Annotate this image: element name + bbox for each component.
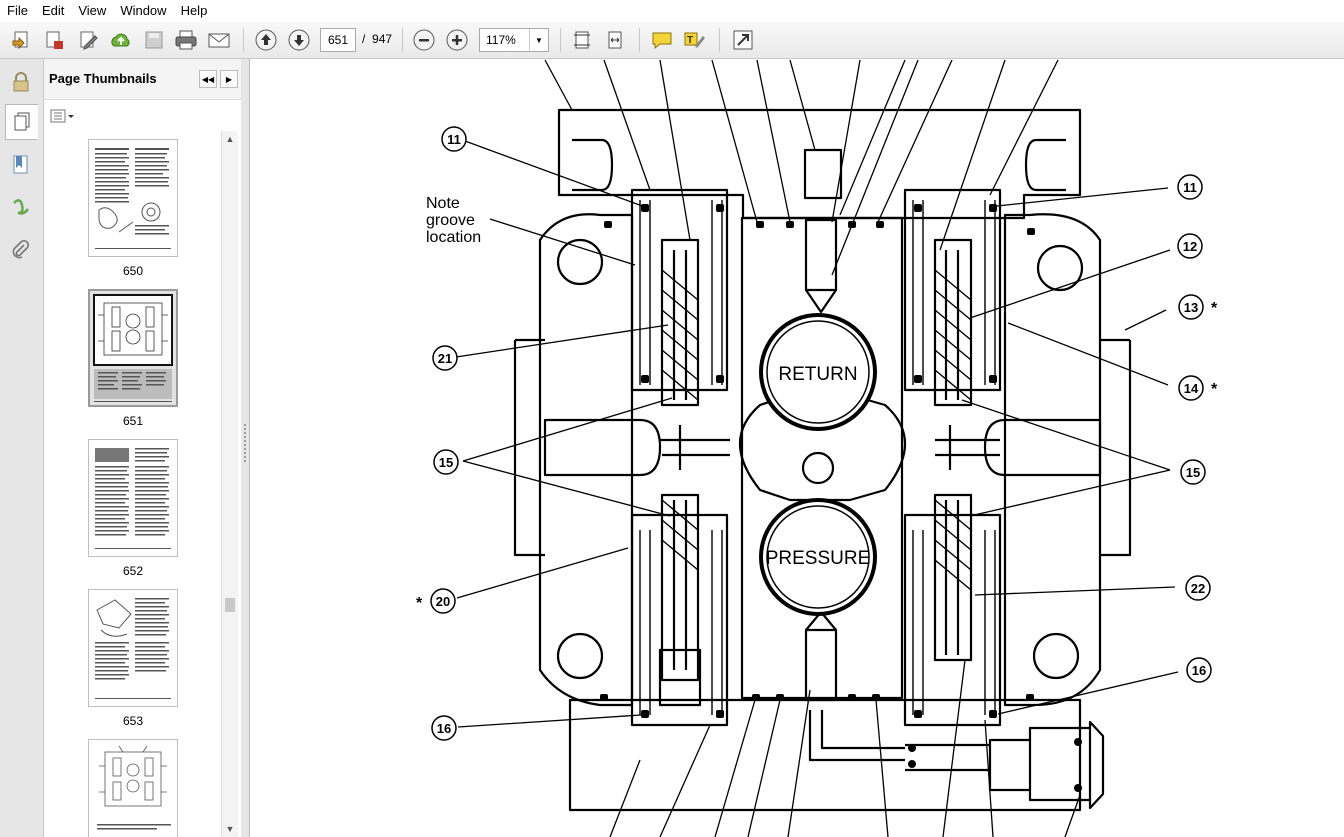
callout-20: 20 [436,594,450,609]
document-view: RETURN PRESSURE Note groove location 11 … [250,59,1344,837]
edit-icon[interactable] [74,26,102,54]
menu-view[interactable]: View [71,0,113,22]
toolbar-separator [402,28,403,52]
lock-icon[interactable] [5,65,37,99]
page-thumbnails-panel: Page Thumbnails ◀◀ ▶ 650 651 652 653 ▲ ▼ [44,59,242,837]
scroll-up-icon[interactable]: ▲ [222,131,238,147]
callout-22: 22 [1191,581,1205,596]
fit-width-icon[interactable] [601,26,629,54]
toolbar: 651 / 947 117% ▼ T [0,22,1344,59]
thumbnail-page-selected[interactable] [88,289,178,407]
splitter-grip [244,424,246,464]
email-icon[interactable] [205,26,233,54]
fit-page-icon[interactable] [568,26,596,54]
svg-text:T: T [687,35,693,46]
menu-help[interactable]: Help [174,0,215,22]
thumbnail-page-number: 650 [122,264,144,278]
callout-15-left: 15 [439,455,453,470]
collapse-panel-icon[interactable]: ◀◀ [199,70,217,88]
callout-15-right: 15 [1186,465,1200,480]
menu-bar: File Edit View Window Help [0,0,1344,23]
zoom-value: 117% [486,33,516,47]
chevron-down-icon[interactable]: ▼ [529,29,548,51]
menu-file[interactable]: File [0,0,35,22]
save-icon[interactable] [140,26,168,54]
callout-11-left: 11 [447,132,461,147]
callout-21: 21 [438,351,452,366]
thumbnail-page[interactable] [88,439,178,557]
toolbar-separator [639,28,640,52]
callout-16-left: 16 [437,721,451,736]
return-label: RETURN [778,364,857,385]
callout-13: 13 [1184,300,1198,315]
asterisk-20: * [416,595,423,612]
signature-icon[interactable] [5,191,37,225]
comment-icon[interactable] [648,26,676,54]
panel-header: Page Thumbnails ◀◀ ▶ [44,59,241,100]
expand-icon[interactable] [729,26,757,54]
thumbnail-scrollbar[interactable]: ▲ ▼ [221,131,238,837]
scroll-down-icon[interactable]: ▼ [222,821,238,837]
bookmark-icon[interactable] [5,148,37,182]
next-page-icon[interactable] [285,26,313,54]
callout-16-right: 16 [1192,663,1206,678]
panel-title: Page Thumbnails [49,71,157,86]
highlight-text-icon[interactable]: T [681,26,709,54]
thumbnail-options-button[interactable] [50,107,76,125]
thumbnail-list: 650 651 652 653 [44,131,224,837]
print-icon[interactable] [172,26,200,54]
pressure-label: PRESSURE [766,548,871,569]
thumbnail-page[interactable] [88,139,178,257]
upload-cloud-icon[interactable] [107,26,135,54]
zoom-out-icon[interactable] [410,26,438,54]
callout-12: 12 [1183,239,1197,254]
create-pdf-icon[interactable] [8,26,36,54]
previous-page-icon[interactable] [252,26,280,54]
thumbnail-page-number: 652 [122,564,144,578]
zoom-select[interactable]: 117% ▼ [479,28,549,52]
panel-splitter[interactable] [241,59,250,837]
asterisk-13: * [1211,300,1218,317]
thumbnail-page-number: 651 [122,414,144,428]
asterisk-14: * [1211,381,1218,398]
zoom-in-icon[interactable] [443,26,471,54]
toolbar-separator [560,28,561,52]
thumbnail-page[interactable] [88,589,178,707]
hydraulic-valve-diagram: RETURN PRESSURE Note groove location 11 … [416,59,1218,837]
scrollbar-thumb[interactable] [225,598,235,612]
save-as-icon[interactable] [40,26,68,54]
note-line-1: Note [426,195,460,212]
callout-14: 14 [1184,381,1199,396]
menu-window[interactable]: Window [113,0,173,22]
page-number-input[interactable]: 651 [320,28,356,52]
attachment-icon[interactable] [5,234,37,268]
menu-edit[interactable]: Edit [35,0,71,22]
toolbar-separator [243,28,244,52]
note-line-2: groove [426,212,475,229]
callout-11-right: 11 [1183,180,1197,195]
pages-icon[interactable] [5,104,38,140]
expand-panel-icon[interactable]: ▶ [220,70,238,88]
navigation-rail [0,59,44,837]
toolbar-separator [719,28,720,52]
page-total-label: / 947 [362,32,393,46]
thumbnail-page[interactable] [88,739,178,837]
thumbnail-page-number: 653 [122,714,144,728]
note-line-3: location [426,229,481,246]
